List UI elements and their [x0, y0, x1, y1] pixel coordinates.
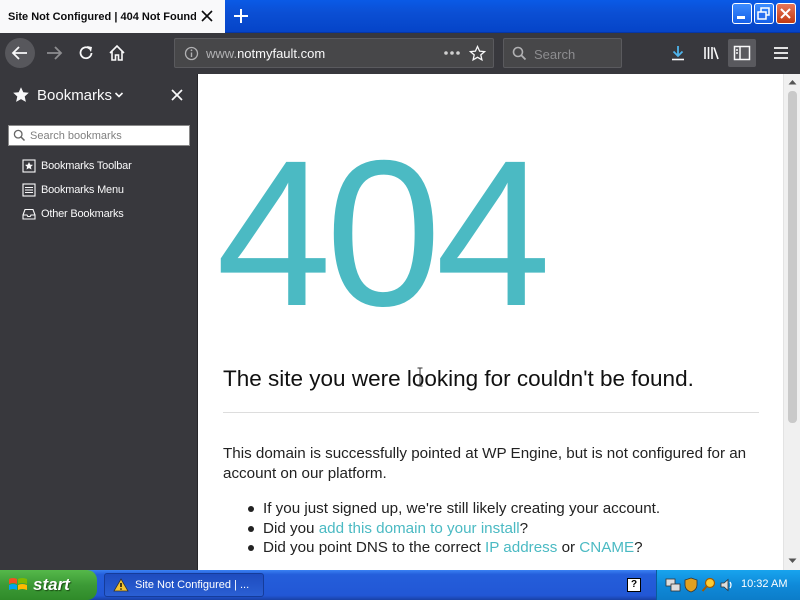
search-icon	[13, 129, 26, 142]
sidebar-item-label: Bookmarks Toolbar	[41, 160, 132, 172]
close-tab-icon[interactable]	[199, 8, 215, 24]
bookmarks-menu-icon	[22, 183, 36, 197]
star-icon[interactable]	[469, 45, 486, 62]
page-content: 404 The site you were looking for couldn…	[199, 74, 783, 570]
back-button[interactable]	[5, 38, 35, 68]
sidebar-toggle-button[interactable]	[728, 39, 756, 67]
search-input[interactable]	[534, 45, 618, 63]
new-tab-icon[interactable]	[231, 6, 251, 26]
menu-button[interactable]	[767, 39, 795, 67]
clock: 10:32 AM	[741, 578, 788, 590]
sidebar-item-bookmarks-toolbar[interactable]: Bookmarks Toolbar	[22, 156, 132, 176]
reload-icon	[79, 46, 93, 60]
sidebar-item-label: Bookmarks Menu	[41, 184, 124, 196]
close-icon[interactable]	[170, 88, 184, 102]
network-icon[interactable]	[665, 577, 681, 593]
divider	[223, 412, 759, 413]
magnifier-icon[interactable]	[701, 577, 717, 593]
taskbar: start Site Not Configured | ... ? 10:32 …	[0, 570, 800, 600]
home-button[interactable]	[103, 39, 131, 67]
text-cursor-icon	[417, 367, 423, 387]
taskbar-window-label: Site Not Configured | ...	[135, 579, 250, 591]
library-icon	[704, 47, 719, 60]
start-label: start	[33, 575, 70, 594]
minimize-button[interactable]	[732, 3, 752, 24]
download-icon	[672, 46, 684, 61]
security-shield-icon[interactable]	[683, 577, 699, 593]
bookmarks-sidebar: Bookmarks Bookmarks Toolbar Bookmarks Me…	[0, 74, 198, 570]
arrow-down-icon	[788, 558, 796, 563]
sidebar-item-label: Other Bookmarks	[41, 208, 124, 220]
list-item-text: or	[557, 539, 580, 556]
warning-page-icon	[113, 578, 129, 592]
bookmarks-toolbar-icon	[22, 159, 36, 173]
error-description: This domain is successfully pointed at W…	[223, 445, 747, 482]
add-domain-link[interactable]: add this domain to your install	[319, 520, 520, 537]
close-icon	[780, 8, 791, 19]
tab-title: Site Not Configured | 404 Not Found	[8, 10, 196, 23]
list-item-text: Did you point DNS to the correct	[263, 539, 486, 556]
bookmarks-search-input[interactable]	[30, 128, 186, 143]
sidebar-item-bookmarks-menu[interactable]: Bookmarks Menu	[22, 180, 124, 200]
info-icon[interactable]	[184, 46, 199, 61]
sidebar-title: Bookmarks	[37, 87, 113, 104]
help-icon[interactable]: ?	[627, 578, 641, 592]
list-item-text: ?	[634, 539, 643, 556]
url-domain: notmyfault.com	[237, 46, 326, 61]
library-button[interactable]	[697, 39, 725, 67]
search-icon	[512, 46, 527, 61]
home-icon	[109, 44, 125, 61]
ip-address-link[interactable]: IP address	[485, 539, 557, 556]
chevron-down-icon[interactable]	[114, 91, 124, 99]
nav-toolbar: www.notmyfault.com	[0, 33, 800, 74]
sidebar-item-other-bookmarks[interactable]: Other Bookmarks	[22, 204, 124, 224]
star-icon	[13, 87, 29, 102]
arrow-left-icon	[11, 46, 27, 60]
list-item: Did you add this domain to your install?	[239, 519, 759, 539]
reload-button[interactable]	[72, 39, 100, 67]
vertical-scrollbar[interactable]	[783, 74, 800, 570]
system-tray: 10:32 AM	[656, 570, 800, 600]
list-item: Did you point DNS to the correct IP addr…	[239, 538, 759, 558]
minimize-icon	[737, 16, 745, 19]
start-button[interactable]: start	[0, 570, 97, 600]
other-bookmarks-icon	[22, 208, 36, 220]
volume-icon[interactable]	[719, 577, 735, 593]
search-bar[interactable]	[503, 38, 622, 68]
downloads-button[interactable]	[664, 39, 692, 67]
scroll-up-button[interactable]	[784, 74, 800, 90]
list-item-text: Did you	[263, 519, 319, 537]
scroll-thumb[interactable]	[788, 91, 797, 423]
forward-button[interactable]	[40, 39, 68, 67]
window-close-button[interactable]	[776, 3, 796, 24]
error-code: 404	[216, 118, 551, 350]
error-headline: The site you were looking for couldn't b…	[223, 366, 694, 391]
cname-link[interactable]: CNAME	[579, 539, 634, 556]
hamburger-menu-icon	[774, 47, 788, 59]
arrow-up-icon	[788, 80, 796, 85]
tab-active[interactable]: Site Not Configured | 404 Not Found	[0, 0, 225, 33]
help-list: If you just signed up, we're still likel…	[239, 499, 759, 558]
sidebar-icon	[733, 45, 751, 61]
sidebar-header[interactable]: Bookmarks	[0, 74, 198, 118]
taskbar-window-button[interactable]: Site Not Configured | ...	[104, 573, 264, 597]
bookmarks-search-field[interactable]	[8, 125, 190, 146]
url-text: www.notmyfault.com	[206, 46, 325, 61]
windows-logo-icon	[9, 578, 27, 590]
list-item-text: If you just signed up, we're still likel…	[263, 500, 661, 517]
page-actions-icon[interactable]	[443, 50, 461, 56]
tab-strip: Site Not Configured | 404 Not Found	[0, 0, 800, 33]
list-item-text: ?	[519, 519, 529, 537]
arrow-right-icon	[47, 46, 63, 60]
restore-icon	[757, 7, 770, 20]
list-item: If you just signed up, we're still likel…	[239, 499, 759, 519]
scroll-down-button[interactable]	[784, 553, 800, 569]
url-bar[interactable]: www.notmyfault.com	[174, 38, 494, 68]
url-prefix: www.	[206, 46, 238, 61]
restore-button[interactable]	[754, 3, 774, 24]
